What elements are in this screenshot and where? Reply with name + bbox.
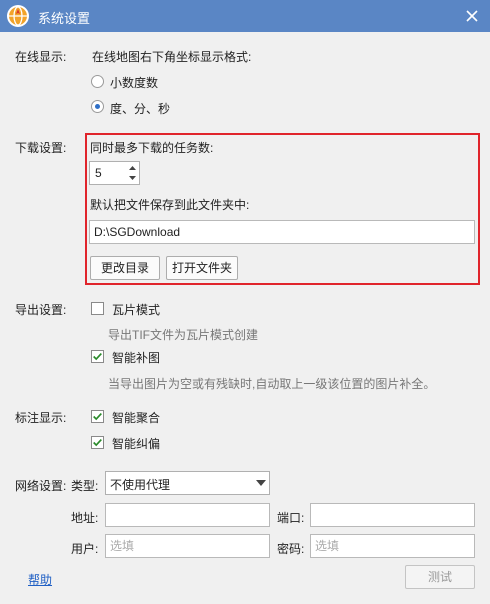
proxy-address-label: 地址: [71,511,99,525]
chevron-down-icon [256,480,266,486]
radio-decimal-degrees-label[interactable]: 小数度数 [110,74,158,91]
radio-decimal-degrees[interactable] [91,75,104,88]
close-icon[interactable] [462,6,482,26]
globe-icon [7,5,29,27]
smart-fill-checkbox[interactable] [91,350,104,363]
network-settings-label: 网络设置: [15,479,67,493]
spin-up-icon[interactable] [126,163,139,173]
max-tasks-value[interactable]: 5 [95,166,102,180]
proxy-type-value[interactable]: 不使用代理 [110,476,170,493]
default-folder-label: 默认把文件保存到此文件夹中: [90,198,250,212]
checkmark-icon [93,438,102,447]
checkmark-icon [93,412,102,421]
radio-dms[interactable] [91,100,104,113]
help-link[interactable]: 帮助 [28,571,52,588]
max-tasks-stepper[interactable]: 5 [89,161,140,185]
tile-mode-label[interactable]: 瓦片模式 [112,301,160,318]
test-button[interactable]: 测试 [405,565,475,589]
proxy-password-label: 密码: [277,542,305,556]
annotation-display-label: 标注显示: [15,411,67,425]
checkmark-icon [93,352,102,361]
window-title: 系统设置 [38,11,91,26]
smart-correct-label[interactable]: 智能纠偏 [112,435,160,452]
online-display-label: 在线显示: [15,50,67,64]
proxy-user-field[interactable] [105,534,270,558]
smart-merge-checkbox[interactable] [91,410,104,423]
proxy-user-label: 用户: [71,542,99,556]
smart-merge-label[interactable]: 智能聚合 [112,409,160,426]
tile-mode-hint: 导出TIF文件为瓦片模式创建 [108,328,258,342]
smart-fill-hint: 当导出图片为空或有残缺时,自动取上一级该位置的图片补全。 [108,377,436,391]
proxy-address-field[interactable] [105,503,270,527]
export-settings-label: 导出设置: [15,303,67,317]
smart-fill-label[interactable]: 智能补图 [112,349,160,366]
title-bar: 系统设置 [0,0,490,32]
smart-correct-checkbox[interactable] [91,436,104,449]
spin-down-icon[interactable] [126,173,139,183]
proxy-port-label: 端口: [277,511,305,525]
proxy-type-label: 类型: [71,479,99,493]
proxy-type-select[interactable]: 不使用代理 [105,471,270,495]
proxy-port-field[interactable] [310,503,475,527]
radio-dms-label[interactable]: 度、分、秒 [110,100,170,117]
download-settings-label: 下载设置: [15,141,67,155]
tile-mode-checkbox[interactable] [91,302,104,315]
change-directory-button[interactable]: 更改目录 [90,256,160,280]
coordinate-format-description: 在线地图右下角坐标显示格式: [92,50,252,64]
max-tasks-label: 同时最多下载的任务数: [90,141,214,155]
open-folder-button[interactable]: 打开文件夹 [166,256,238,280]
download-folder-field[interactable] [89,220,475,244]
proxy-password-field[interactable] [310,534,475,558]
